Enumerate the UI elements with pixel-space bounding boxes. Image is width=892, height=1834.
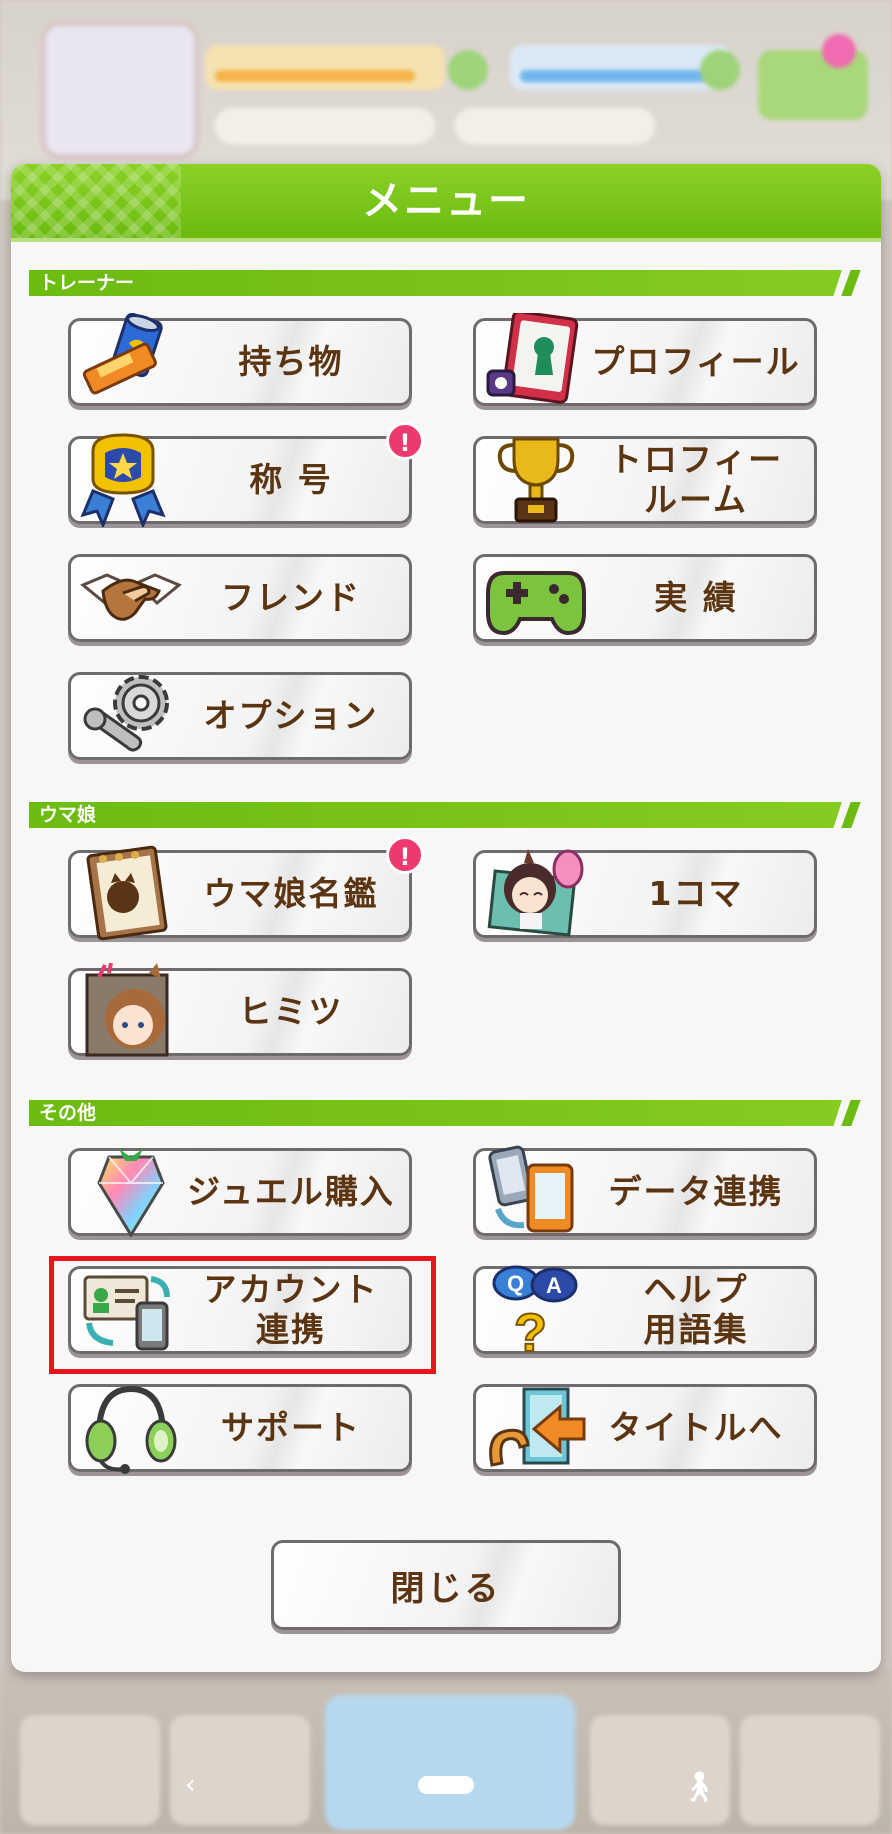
menu-item-options[interactable]: オプション <box>68 672 412 760</box>
svg-text:A: A <box>546 1273 562 1298</box>
menu-item-label: 実 績 <box>654 578 738 617</box>
menu-item-data-transfer[interactable]: データ連携 <box>473 1145 817 1236</box>
money-counter <box>215 108 435 144</box>
title-horseshoe-icon <box>80 433 166 527</box>
dialog-header: メニュー <box>11 164 881 242</box>
menu-item-label: サポート <box>221 1408 361 1447</box>
system-back-icon[interactable]: ‹ <box>185 1770 195 1800</box>
menu-item-umamusume-encyclopedia[interactable]: ウマ娘名鑑 <box>68 845 412 941</box>
menu-dialog: メニュー トレーナー 持ち物 プロフィール 称 号 ! トロフィー ルーム フレ… <box>11 164 881 1672</box>
menu-item-label: ヒミツ <box>238 992 344 1031</box>
trophy-icon <box>497 437 575 523</box>
menu-item-label: 持ち物 <box>238 342 344 381</box>
handshake-icon <box>80 573 182 621</box>
menu-item-friend[interactable]: フレンド <box>68 554 412 642</box>
section-label: その他 <box>39 1102 97 1124</box>
svg-text:Q: Q <box>507 1271 524 1296</box>
profile-card-icon <box>486 313 579 404</box>
close-button[interactable]: 閉じる <box>271 1540 621 1630</box>
menu-item-label: フレンド <box>221 578 361 617</box>
background-home-footer <box>0 1670 892 1834</box>
menu-item-label: タイトルへ <box>608 1408 784 1447</box>
dialog-title: メニュー <box>362 178 530 224</box>
menu-item-secret[interactable]: ヒミツ <box>68 963 412 1057</box>
menu-item-label: プロフィール <box>591 342 801 381</box>
notification-badge <box>822 34 856 68</box>
menu-item-items[interactable]: 持ち物 <box>68 313 412 406</box>
character-photo-icon <box>487 849 584 937</box>
menu-item-1koma[interactable]: 1コマ <box>473 849 817 938</box>
gear-wrench-icon <box>83 675 169 752</box>
headset-icon <box>85 1385 177 1474</box>
notification-badge: ! <box>386 836 424 874</box>
footer-tab <box>740 1715 880 1825</box>
plus-icon <box>448 50 488 90</box>
notification-badge: ! <box>386 422 424 460</box>
menu-item-jewel-purchase[interactable]: ジュエル購入 <box>68 1148 412 1238</box>
section-label: ウマ娘 <box>39 804 97 826</box>
jewel-counter <box>455 108 655 144</box>
menu-item-to-title[interactable]: タイトルへ <box>473 1384 817 1472</box>
menu-item-label: トロフィー ルーム <box>608 440 784 519</box>
menu-item-profile[interactable]: プロフィール <box>473 313 817 406</box>
accessibility-icon[interactable]: 🚶︎ <box>680 1770 718 1805</box>
menu-item-help-glossary[interactable]: Q A ? ヘルプ 用語集 <box>473 1265 817 1357</box>
section-slash <box>841 1100 861 1126</box>
menu-item-support[interactable]: サポート <box>68 1384 412 1474</box>
footer-tab <box>20 1715 160 1825</box>
footer-home-tab <box>325 1695 575 1830</box>
items-can-icon <box>82 313 163 395</box>
section-header-trainer: トレーナー <box>29 270 842 296</box>
section-slash <box>841 270 861 296</box>
menu-item-label: オプション <box>203 696 379 735</box>
menu-item-label: ジュエル購入 <box>187 1172 395 1211</box>
section-header-umamusume: ウマ娘 <box>29 802 842 828</box>
exit-door-icon <box>489 1387 586 1467</box>
rp-gauge <box>510 45 730 90</box>
menu-item-title[interactable]: 称 号 <box>68 433 412 527</box>
section-header-other: その他 <box>29 1100 842 1126</box>
secret-character-icon <box>85 963 169 1057</box>
notebook-icon <box>86 845 168 941</box>
menu-item-label: 称 号 <box>249 460 333 499</box>
highlight-box <box>49 1256 436 1374</box>
help-qa-icon: Q A ? <box>492 1265 578 1357</box>
menu-item-label: ヘルプ 用語集 <box>643 1270 749 1349</box>
plus-icon <box>700 50 740 90</box>
system-home-pill[interactable] <box>418 1776 474 1794</box>
data-transfer-icon <box>488 1145 574 1233</box>
trainer-emblem <box>40 20 200 160</box>
menu-item-label: 1コマ <box>648 874 744 913</box>
section-slash <box>841 802 861 828</box>
jewel-icon <box>97 1149 165 1238</box>
menu-item-label: ウマ娘名鑑 <box>203 874 379 913</box>
svg-text:?: ? <box>514 1303 547 1357</box>
menu-item-label: データ連携 <box>608 1172 784 1211</box>
menu-item-trophy-room[interactable]: トロフィー ルーム <box>473 436 817 524</box>
menu-item-achievements[interactable]: 実 績 <box>473 554 817 642</box>
tp-gauge <box>205 45 445 90</box>
section-label: トレーナー <box>39 272 135 294</box>
gamepad-icon <box>486 571 586 636</box>
